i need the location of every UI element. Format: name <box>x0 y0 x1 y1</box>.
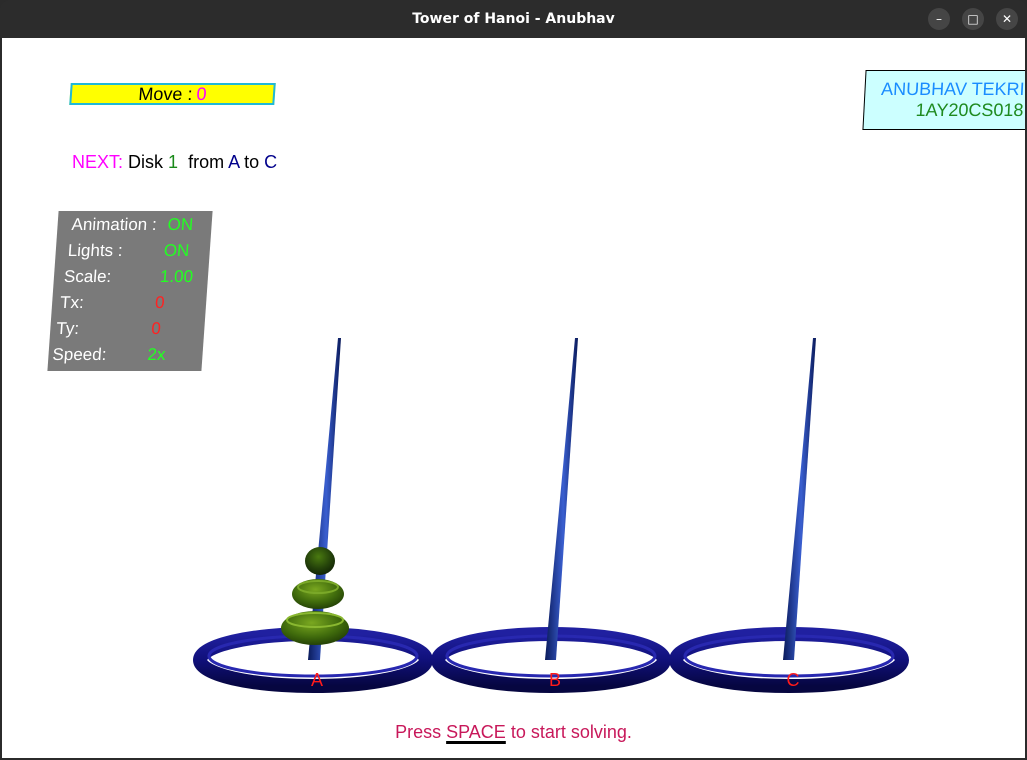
hanoi-scene <box>193 338 909 693</box>
status-animation-value: ON <box>166 215 194 234</box>
window-title: Tower of Hanoi - Anubhav <box>412 11 615 27</box>
move-counter-label: Move : <box>137 84 194 104</box>
start-hint-key: SPACE <box>446 722 506 742</box>
author-card: ANUBHAV TEKRI 1AY20CS018 <box>862 70 1025 130</box>
next-target-peg: C <box>264 152 278 172</box>
start-hint-after: to start solving. <box>505 722 632 742</box>
peg-label-b: B <box>548 670 561 690</box>
author-id: 1AY20CS018 <box>915 100 1024 120</box>
peg-c[interactable] <box>669 338 909 693</box>
peg-label-c: C <box>786 670 800 690</box>
window-titlebar[interactable]: Tower of Hanoi - Anubhav – □ ✕ <box>0 0 1027 38</box>
peg-b[interactable] <box>431 338 671 693</box>
status-lights-label: Lights : <box>67 241 124 260</box>
move-counter: Move :0 <box>69 83 276 105</box>
close-button[interactable]: ✕ <box>996 8 1018 30</box>
start-hint-before: Press <box>395 722 447 742</box>
next-disk-word: Disk <box>128 152 164 172</box>
close-icon: ✕ <box>1001 12 1013 26</box>
peg-a-disks <box>281 547 349 645</box>
peg-label-a: A <box>310 670 323 690</box>
next-move-hint: NEXT: Disk 1 from A to C <box>72 152 277 173</box>
next-to-word: to <box>244 152 260 172</box>
status-speed-value: 2x <box>146 345 167 364</box>
maximize-icon: □ <box>967 12 979 26</box>
status-ty-label: Ty: <box>55 319 80 338</box>
status-lights-value: ON <box>163 241 190 260</box>
status-scale-value: 1.00 <box>159 267 194 286</box>
move-counter-value: 0 <box>195 84 208 104</box>
status-ty-value: 0 <box>150 319 162 338</box>
start-hint: Press SPACE to start solving. <box>2 722 1025 743</box>
status-scale-label: Scale: <box>63 267 112 286</box>
status-panel: Animation : ON Lights : ON Scale: 1.00 T… <box>47 211 213 371</box>
peg-a[interactable] <box>193 338 433 693</box>
opengl-canvas[interactable]: A B C Move :0 ANUBHAV TEKRI 1AY20CS018 N… <box>2 38 1025 758</box>
next-disk-number: 1 <box>168 152 179 172</box>
maximize-button[interactable]: □ <box>962 8 984 30</box>
author-name: ANUBHAV TEKRI <box>880 79 1025 99</box>
status-tx-label: Tx: <box>59 293 85 312</box>
minimize-button[interactable]: – <box>928 8 950 30</box>
status-tx-value: 0 <box>154 293 166 312</box>
status-speed-label: Speed: <box>51 345 108 364</box>
next-source-peg: A <box>228 152 240 172</box>
peg-b-rod <box>545 338 578 660</box>
next-from-word: from <box>188 152 225 172</box>
minimize-icon: – <box>936 12 942 26</box>
disk-1 <box>305 547 335 575</box>
next-label: NEXT: <box>72 152 124 172</box>
peg-c-rod <box>783 338 816 660</box>
status-animation-label: Animation : <box>70 215 158 234</box>
